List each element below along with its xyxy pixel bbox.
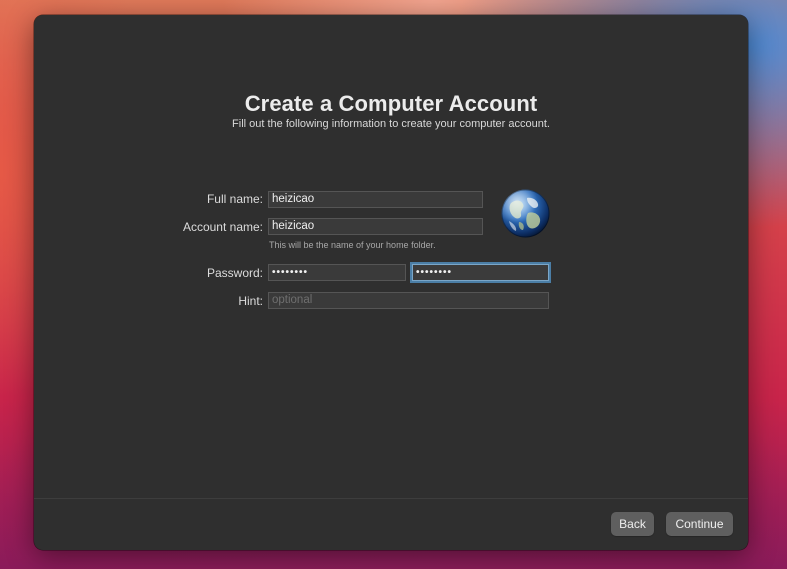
account-name-label: Account name:: [182, 220, 263, 234]
globe-icon[interactable]: [501, 189, 550, 238]
full-name-field[interactable]: heizicao: [268, 191, 483, 208]
continue-button[interactable]: Continue: [666, 512, 733, 536]
hint-label: Hint:: [238, 294, 263, 308]
password-field[interactable]: ••••••••: [268, 264, 406, 281]
verify-password-field[interactable]: ••••••••: [412, 264, 549, 281]
hint-field[interactable]: optional: [268, 292, 549, 309]
password-label: Password:: [206, 266, 263, 280]
footer-divider: [34, 498, 748, 499]
full-name-label: Full name:: [206, 192, 263, 206]
account-name-field[interactable]: heizicao: [268, 218, 483, 235]
back-button[interactable]: Back: [611, 512, 654, 536]
desktop-wallpaper: Create a Computer Account Fill out the f…: [0, 0, 787, 569]
page-title: Create a Computer Account: [244, 91, 538, 116]
account-name-help: This will be the name of your home folde…: [269, 240, 436, 250]
page-subtitle: Fill out the following information to cr…: [232, 118, 550, 130]
setup-assistant-window: Create a Computer Account Fill out the f…: [34, 15, 748, 550]
